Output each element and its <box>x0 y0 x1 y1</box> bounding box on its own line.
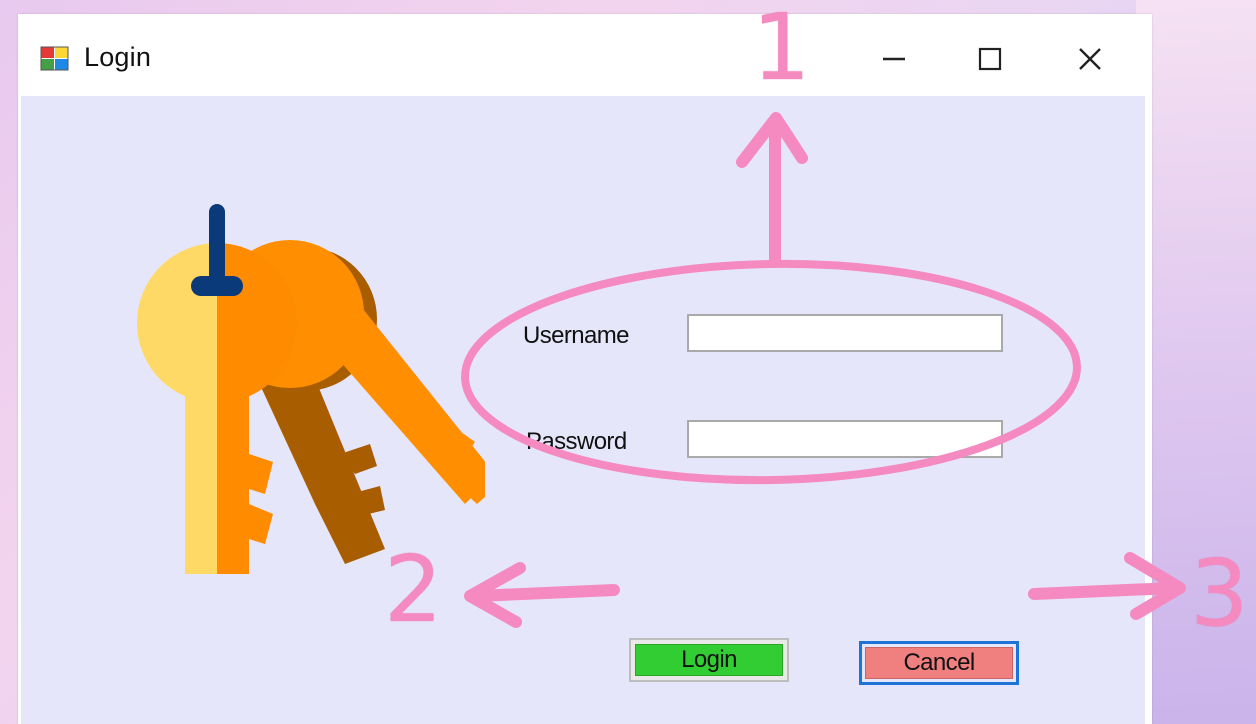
form-client-area: Username Password Login Cancel <box>21 96 1145 724</box>
annotation-number-3: 3 <box>1190 540 1249 647</box>
annotation-number-1: 1 <box>752 0 811 101</box>
app-icon <box>40 46 69 71</box>
login-window: Login Username Password Login Cancel <box>18 14 1152 724</box>
title-bar: Login <box>18 14 1152 96</box>
login-button-face: Login <box>635 644 783 676</box>
minimize-icon <box>883 57 905 61</box>
maximize-button[interactable] <box>960 36 1020 82</box>
cancel-button[interactable]: Cancel <box>859 641 1019 685</box>
password-input[interactable] <box>687 420 1003 458</box>
maximize-icon <box>978 47 1002 71</box>
keys-icon <box>137 204 485 574</box>
cancel-button-face: Cancel <box>865 647 1013 679</box>
cancel-button-label: Cancel <box>903 649 975 676</box>
username-input[interactable] <box>687 314 1003 352</box>
login-button[interactable]: Login <box>629 638 789 682</box>
password-label: Password <box>526 428 627 455</box>
close-icon <box>1079 48 1101 70</box>
annotation-number-2: 2 <box>384 536 443 643</box>
login-button-label: Login <box>681 646 737 673</box>
minimize-button[interactable] <box>864 36 924 82</box>
window-title: Login <box>84 42 152 72</box>
username-label: Username <box>523 322 630 349</box>
close-button[interactable] <box>1060 36 1120 82</box>
